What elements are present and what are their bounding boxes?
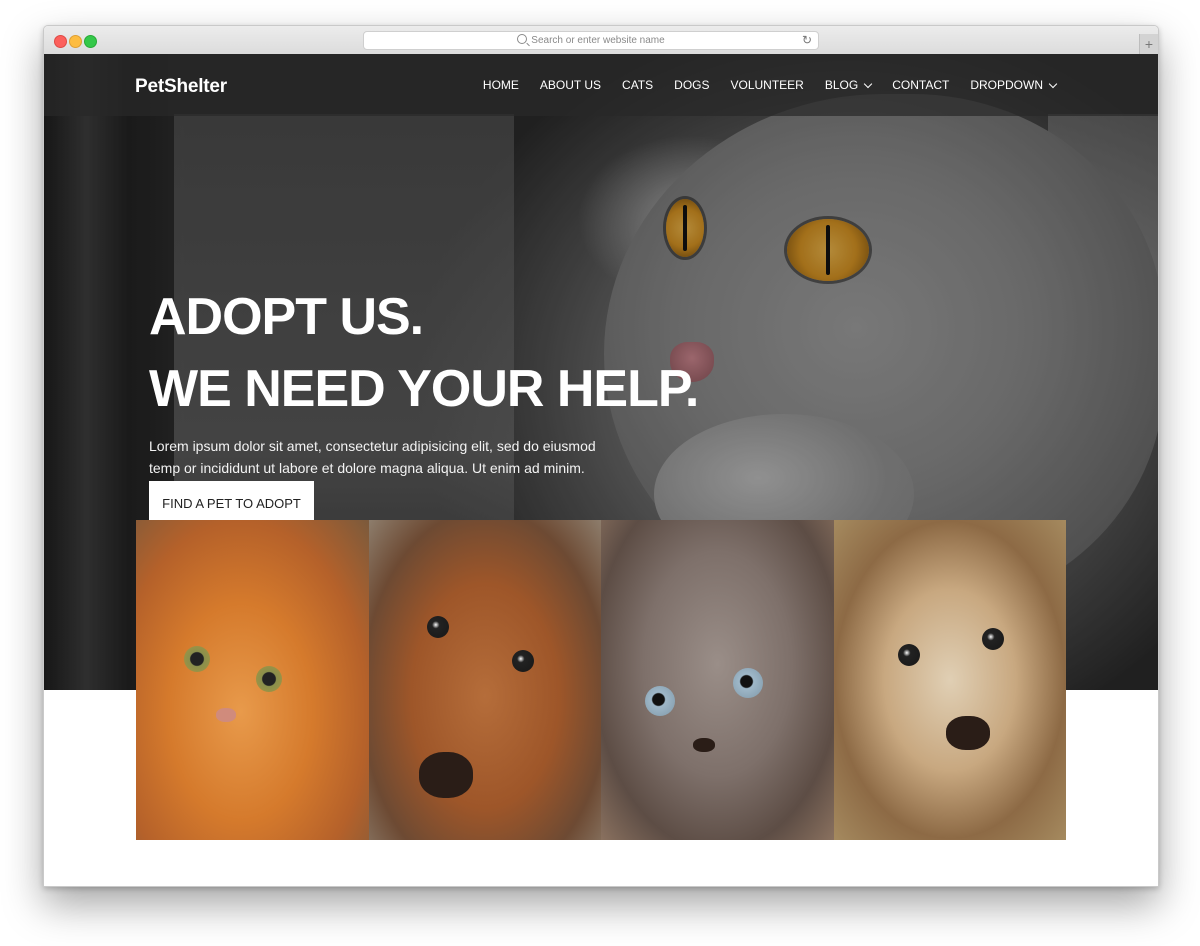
minimize-window-button[interactable] [69, 35, 82, 48]
hero-headline-line2: WE NEED YOUR HELP. [149, 360, 699, 418]
nav-item-volunteer[interactable]: VOLUNTEER [731, 78, 804, 92]
chevron-down-icon [863, 79, 873, 88]
pet-eye [982, 628, 1004, 650]
hero-headline: ADOPT US. WE NEED YOUR HELP. [149, 281, 699, 425]
dachshund-photo[interactable] [369, 520, 601, 840]
browser-titlebar: Search or enter website name ↻ + [44, 26, 1158, 55]
nav-item-about-us[interactable]: ABOUT US [540, 78, 601, 92]
pet-eye [427, 616, 449, 638]
pet-eye [256, 666, 282, 692]
pet-nose [419, 752, 473, 798]
hero-lead-text: Lorem ipsum dolor sit amet, consectetur … [149, 438, 596, 476]
browser-window: Search or enter website name ↻ + ADOPT U… [43, 25, 1159, 887]
hero-headline-line1: ADOPT US. [149, 288, 424, 346]
nav-item-contact[interactable]: CONTACT [892, 78, 949, 92]
find-pet-button[interactable]: FIND A PET TO ADOPT [149, 481, 314, 524]
address-bar[interactable]: Search or enter website name ↻ [363, 31, 819, 50]
pet-eye [645, 686, 675, 716]
pet-eye [898, 644, 920, 666]
nav-item-cats[interactable]: CATS [622, 78, 653, 92]
siamese-kitten-photo[interactable] [601, 520, 834, 840]
pet-eye [733, 668, 763, 698]
pet-nose [693, 738, 715, 752]
ginger-cat-photo[interactable] [136, 520, 369, 840]
close-window-button[interactable] [54, 35, 67, 48]
nav-item-dropdown[interactable]: DROPDOWN [970, 78, 1058, 92]
maximize-window-button[interactable] [84, 35, 97, 48]
main-menu: HOME ABOUT US CATS DOGS VOLUNTEER BLOG C… [462, 54, 1058, 116]
address-bar-placeholder: Search or enter website name [531, 35, 665, 46]
pet-nose [946, 716, 990, 750]
pet-gallery [136, 520, 1066, 840]
site-navbar: PetShelter HOME ABOUT US CATS DOGS VOLUN… [44, 54, 1158, 116]
pet-nose [216, 708, 236, 722]
search-icon [517, 34, 528, 44]
pet-eye [512, 650, 534, 672]
hero-copy: ADOPT US. WE NEED YOUR HELP. Lorem ipsum… [149, 281, 699, 479]
nav-item-blog[interactable]: BLOG [825, 78, 873, 92]
nav-item-home[interactable]: HOME [483, 78, 519, 92]
pet-eye [184, 646, 210, 672]
site-logo[interactable]: PetShelter [135, 76, 227, 98]
puppy-photo[interactable] [834, 520, 1066, 840]
chevron-down-icon [1048, 79, 1058, 88]
reload-icon[interactable]: ↻ [802, 32, 812, 49]
new-tab-button[interactable]: + [1139, 34, 1158, 54]
nav-item-dogs[interactable]: DOGS [674, 78, 709, 92]
